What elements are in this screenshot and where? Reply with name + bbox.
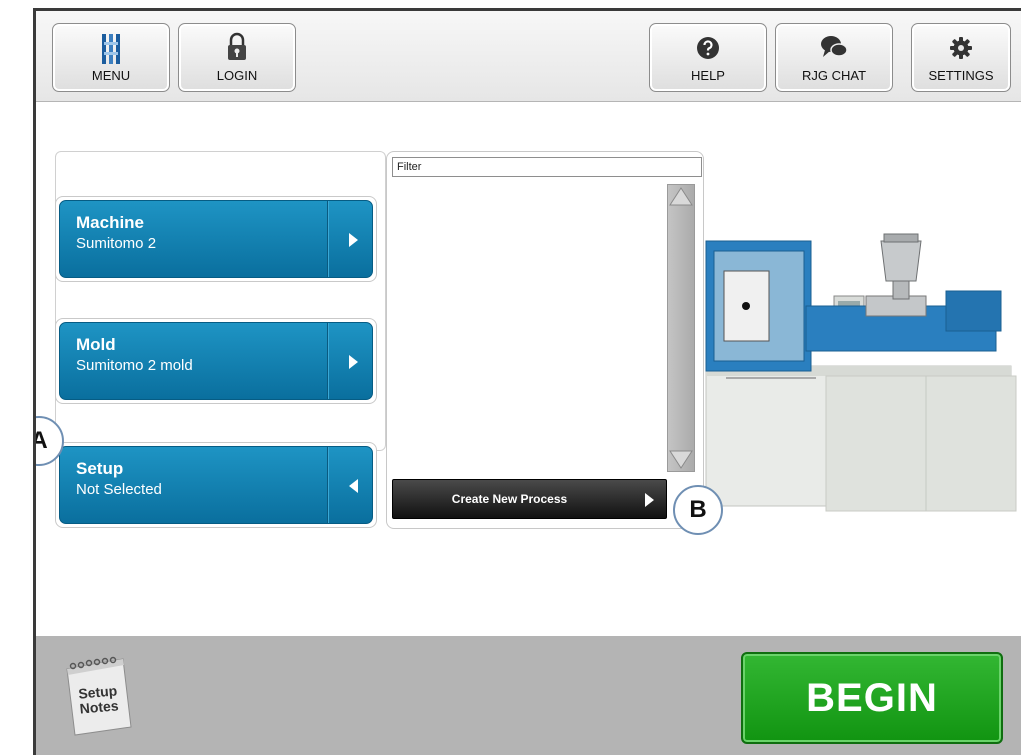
machine-selector-button[interactable]: Machine Sumitomo 2	[55, 196, 377, 282]
create-new-process-label: Create New Process	[451, 492, 568, 506]
process-list-panel: Create New Process	[386, 151, 704, 529]
mold-selector-value: Sumitomo 2 mold	[76, 357, 193, 374]
settings-label: SETTINGS	[928, 68, 994, 83]
setup-notes-button[interactable]: Setup Notes	[61, 655, 135, 737]
create-new-process-button[interactable]: Create New Process	[392, 479, 667, 519]
app-window: MENU LOGIN HELP RJG CHAT SETTINGS Machin…	[33, 8, 1021, 755]
chevron-right-icon	[645, 493, 654, 507]
menu-button[interactable]: MENU	[52, 23, 170, 92]
chevron-right-icon	[349, 355, 358, 369]
rjg-chat-button[interactable]: RJG CHAT	[775, 23, 893, 92]
setup-selector-value: Not Selected	[76, 481, 162, 498]
begin-button[interactable]: BEGIN	[741, 652, 1003, 744]
chevron-right-icon	[349, 233, 358, 247]
scroll-up-arrow-icon[interactable]	[668, 185, 694, 207]
rjg-chat-label: RJG CHAT	[801, 68, 867, 83]
divider	[327, 323, 328, 399]
login-label: LOGIN	[216, 68, 258, 83]
setup-notes-label: Setup Notes	[78, 682, 119, 716]
chevron-left-icon	[349, 479, 358, 493]
chat-icon	[821, 36, 848, 57]
lock-icon	[228, 32, 246, 60]
top-toolbar: MENU LOGIN HELP RJG CHAT SETTINGS	[36, 11, 1021, 102]
process-list[interactable]	[392, 182, 667, 472]
divider	[327, 201, 328, 277]
gear-icon	[950, 37, 972, 59]
injection-molding-machine-image	[705, 233, 1017, 512]
scroll-down-arrow-icon[interactable]	[668, 449, 694, 471]
setup-selector-button[interactable]: Setup Not Selected	[55, 442, 377, 528]
mold-selector-button[interactable]: Mold Sumitomo 2 mold	[55, 318, 377, 404]
begin-label: BEGIN	[806, 676, 938, 720]
machine-selector-value: Sumitomo 2	[76, 235, 157, 252]
callout-b: B	[673, 485, 723, 535]
divider	[327, 447, 328, 523]
setup-selector-title: Setup	[76, 459, 124, 478]
login-button[interactable]: LOGIN	[178, 23, 296, 92]
machine-selector-title: Machine	[76, 213, 145, 232]
help-icon	[697, 37, 719, 59]
menu-label: MENU	[91, 68, 131, 83]
settings-button[interactable]: SETTINGS	[911, 23, 1011, 92]
filter-input[interactable]	[392, 157, 702, 177]
footer-bar: Setup Notes BEGIN	[36, 636, 1021, 755]
process-list-scrollbar[interactable]	[667, 184, 695, 472]
mold-selector-title: Mold	[76, 335, 116, 354]
menu-logo-icon	[102, 34, 120, 64]
help-label: HELP	[691, 68, 725, 83]
help-button[interactable]: HELP	[649, 23, 767, 92]
